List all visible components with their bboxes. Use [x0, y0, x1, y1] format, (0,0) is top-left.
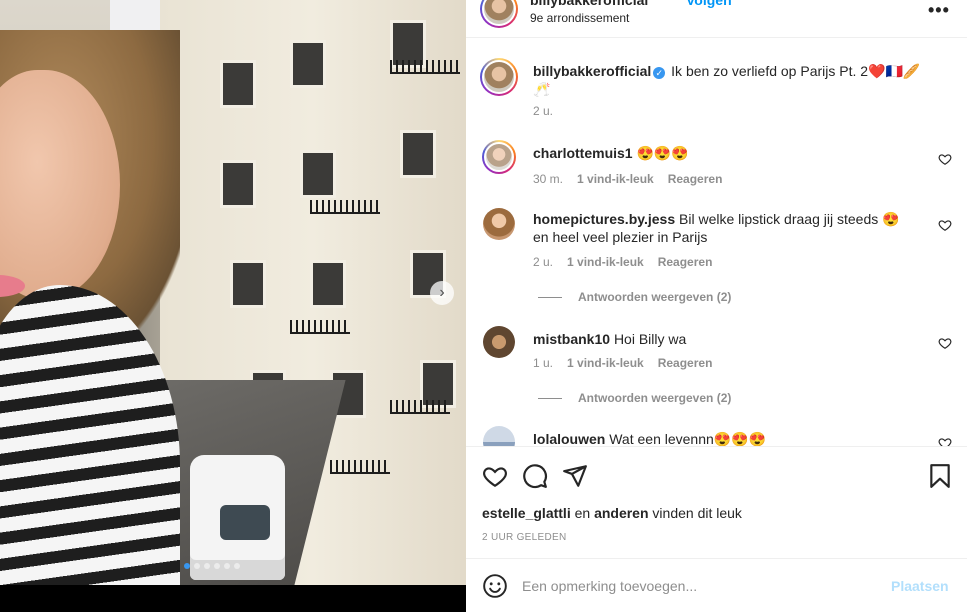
more-icon[interactable]: •••: [928, 0, 950, 21]
photo-person-lips: [0, 275, 25, 297]
comment-body: 😍😍😍: [636, 145, 689, 161]
comment-username[interactable]: lolalouwen: [533, 431, 605, 446]
comment-body: Bil welke lipstick draag jij steeds 😍: [679, 211, 900, 227]
likes-en: en: [574, 505, 591, 521]
post-timestamp[interactable]: 2 UUR GELEDEN: [482, 532, 566, 543]
comment-likes[interactable]: 1 vind-ik-leuk: [577, 172, 654, 186]
comment-username[interactable]: mistbank10: [533, 331, 610, 347]
carousel-dot: [184, 563, 190, 569]
post-comment-button[interactable]: Plaatsen: [891, 578, 949, 594]
carousel-dot: [194, 563, 200, 569]
caption-meta: 2 u.: [533, 104, 553, 118]
comment-body-line2: en heel veel plezier in Parijs: [533, 229, 708, 245]
liker-username[interactable]: estelle_glattli: [482, 505, 571, 521]
photo-van: [190, 455, 285, 580]
comment-username[interactable]: charlottemuis1: [533, 145, 633, 161]
follow-button[interactable]: Volgen: [686, 0, 732, 8]
replies-divider: [538, 397, 562, 399]
share-icon[interactable]: [562, 463, 588, 489]
like-heart-icon[interactable]: [482, 463, 508, 489]
comment-username[interactable]: homepictures.by.jess: [533, 211, 675, 227]
comment-input[interactable]: [522, 573, 862, 599]
bookmark-icon[interactable]: [927, 463, 953, 489]
emoji-icon[interactable]: [482, 573, 508, 599]
view-replies-label[interactable]: Antwoorden weergeven (2): [578, 290, 731, 304]
view-replies-button[interactable]: Antwoorden weergeven (2): [538, 290, 731, 304]
comment-avatar[interactable]: [483, 426, 515, 446]
reply-button[interactable]: Reageren: [658, 255, 713, 269]
heart-icon[interactable]: [938, 436, 952, 446]
author-username[interactable]: billybakkerofficial: [530, 0, 648, 8]
comment-likes[interactable]: 1 vind-ik-leuk: [567, 255, 644, 269]
likes-suffix: vinden dit leuk: [652, 505, 742, 521]
comment-avatar[interactable]: [483, 208, 515, 240]
comment-text: homepictures.by.jess Bil welke lipstick …: [533, 210, 923, 246]
likes-summary: estelle_glattli en anderen vinden dit le…: [482, 505, 742, 521]
caption-text: billybakkerofficial ✓ Ik ben zo verliefd …: [533, 62, 923, 98]
comment-composer: Plaatsen: [466, 558, 967, 612]
comment-meta: 1 u. 1 vind-ik-leuk Reageren: [533, 356, 712, 370]
comment-time[interactable]: 1 u.: [533, 356, 553, 370]
carousel-dot: [224, 563, 230, 569]
post-header: billybakkerofficial Volgen 9e arrondisse…: [466, 0, 967, 38]
comment-body: Hoi Billy wa: [613, 331, 687, 347]
comments-list[interactable]: billybakkerofficial ✓ Ik ben zo verliefd …: [466, 40, 967, 446]
comment-avatar[interactable]: [483, 326, 515, 358]
comment-likes[interactable]: 1 vind-ik-leuk: [567, 356, 644, 370]
carousel-dot: [204, 563, 210, 569]
comment-body: Wat een levennn😍😍😍: [609, 431, 767, 446]
heart-icon[interactable]: [938, 152, 952, 166]
post-photo[interactable]: ›: [0, 0, 466, 585]
carousel-next-button[interactable]: ›: [430, 281, 454, 305]
likes-others[interactable]: anderen: [594, 505, 648, 521]
carousel-dots: [184, 563, 240, 569]
caption-body-line2: 🥂: [533, 81, 551, 97]
comment-avatar[interactable]: [482, 140, 516, 174]
carousel-dot: [234, 563, 240, 569]
replies-divider: [538, 296, 562, 298]
post-location[interactable]: 9e arrondissement: [530, 11, 629, 25]
reply-button[interactable]: Reageren: [668, 172, 723, 186]
post-side-panel: billybakkerofficial Volgen 9e arrondisse…: [466, 0, 967, 612]
verified-icon: ✓: [653, 67, 666, 79]
author-avatar[interactable]: [480, 0, 518, 28]
comment-time[interactable]: 2 u.: [533, 255, 553, 269]
comment-text: charlottemuis1 😍😍😍: [533, 144, 923, 162]
comment-text: lolalouwen Wat een levennn😍😍😍: [533, 430, 923, 446]
post-actions: estelle_glattli en anderen vinden dit le…: [466, 446, 967, 558]
comment-text: mistbank10 Hoi Billy wa: [533, 330, 923, 348]
view-replies-label[interactable]: Antwoorden weergeven (2): [578, 391, 731, 405]
reply-button[interactable]: Reageren: [658, 356, 713, 370]
comment-icon[interactable]: [522, 463, 548, 489]
comment-meta: 30 m. 1 vind-ik-leuk Reageren: [533, 172, 722, 186]
heart-icon[interactable]: [938, 336, 952, 350]
caption-body: Ik ben zo verliefd op Parijs Pt. 2❤️🇫🇷🥖: [671, 63, 921, 79]
comment-meta: 2 u. 1 vind-ik-leuk Reageren: [533, 255, 712, 269]
caption-username[interactable]: billybakkerofficial: [533, 63, 651, 79]
comment-time[interactable]: 30 m.: [533, 172, 563, 186]
caption-avatar[interactable]: [480, 58, 518, 96]
carousel-dot: [214, 563, 220, 569]
heart-icon[interactable]: [938, 218, 952, 232]
caption-time[interactable]: 2 u.: [533, 104, 553, 118]
view-replies-button[interactable]: Antwoorden weergeven (2): [538, 391, 731, 405]
